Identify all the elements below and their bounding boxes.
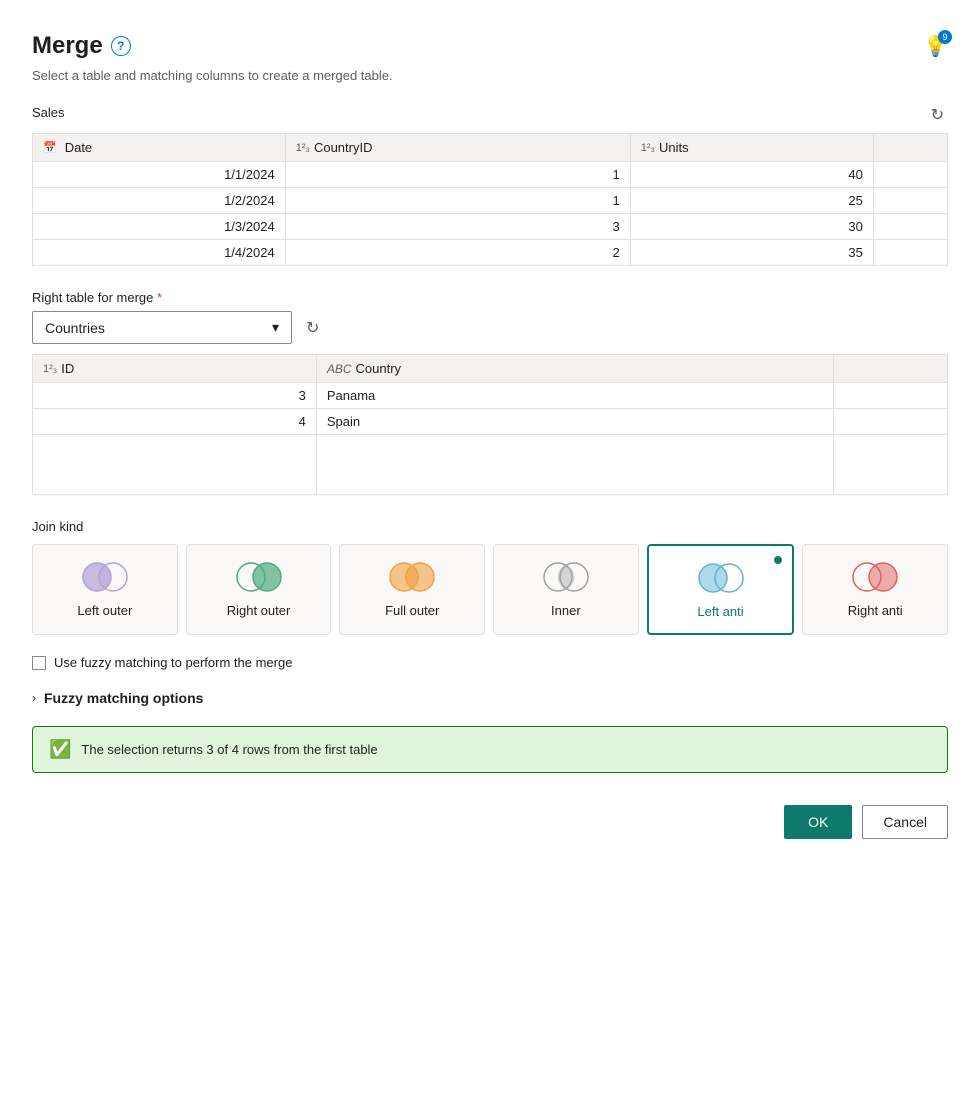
- sales-units-header: 1²₃ Units: [630, 134, 873, 162]
- fuzzy-matching-title: Fuzzy matching options: [44, 690, 203, 706]
- join-card-left-anti[interactable]: Left anti: [647, 544, 795, 635]
- countries-row1-id: 3: [33, 383, 317, 409]
- number-icon-id: 1²₃: [43, 363, 57, 375]
- row3-units: 30: [630, 214, 873, 240]
- sales-table: 📅 Date 1²₃ CountryID 1²₃ Units 1/1/2024: [32, 133, 948, 266]
- calendar-icon: 📅: [43, 141, 57, 154]
- lightbulb-area[interactable]: 💡 9: [923, 34, 948, 59]
- table-row: 1/3/2024 3 30: [33, 214, 948, 240]
- row4-empty: [873, 240, 947, 266]
- full-outer-venn-icon: [386, 561, 438, 593]
- right-outer-venn-icon: [233, 561, 285, 593]
- right-anti-label: Right anti: [848, 603, 903, 618]
- number-icon-2: 1²₃: [641, 142, 655, 154]
- join-card-right-outer[interactable]: Right outer: [186, 544, 332, 635]
- countries-row2-id: 4: [33, 409, 317, 435]
- sales-refresh-button[interactable]: ↻: [927, 103, 948, 127]
- row2-units: 25: [630, 188, 873, 214]
- join-card-inner[interactable]: Inner: [493, 544, 639, 635]
- page-title: Merge: [32, 32, 103, 60]
- row1-empty: [873, 162, 947, 188]
- row3-countryid: 3: [285, 214, 630, 240]
- row4-countryid: 2: [285, 240, 630, 266]
- left-anti-label: Left anti: [697, 604, 743, 619]
- left-outer-venn-icon: [79, 561, 131, 593]
- sales-section-header: Sales ↻: [32, 103, 948, 127]
- countries-empty-header: [833, 355, 947, 383]
- row1-countryid: 1: [285, 162, 630, 188]
- dropdown-selected-value: Countries: [45, 320, 105, 336]
- row2-empty: [873, 188, 947, 214]
- row4-date: 1/4/2024: [33, 240, 286, 266]
- help-icon[interactable]: ?: [111, 36, 131, 56]
- countries-row1-country: Panama: [316, 383, 833, 409]
- fuzzy-checkbox[interactable]: [32, 656, 46, 670]
- sales-empty-header: [873, 134, 947, 162]
- sales-countryid-header: 1²₃ CountryID: [285, 134, 630, 162]
- dropdown-wrapper: Countries ▾ ↻: [32, 311, 948, 344]
- full-outer-label: Full outer: [385, 603, 439, 618]
- abc-icon: ABC: [327, 362, 352, 376]
- countries-row2-country: Spain: [316, 409, 833, 435]
- countries-country-header: ABC Country: [316, 355, 833, 383]
- footer-buttons: OK Cancel: [32, 805, 948, 839]
- left-anti-venn-icon: [695, 562, 747, 594]
- table-row: 3 Panama: [33, 383, 948, 409]
- row3-date: 1/3/2024: [33, 214, 286, 240]
- right-anti-venn-icon: [849, 561, 901, 593]
- notification-badge: 9: [938, 30, 952, 44]
- right-table-field-label: Right table for merge *: [32, 290, 948, 305]
- fuzzy-checkbox-row: Use fuzzy matching to perform the merge: [32, 655, 948, 670]
- cancel-button[interactable]: Cancel: [862, 805, 948, 839]
- join-card-right-anti[interactable]: Right anti: [802, 544, 948, 635]
- join-card-left-outer[interactable]: Left outer: [32, 544, 178, 635]
- join-card-full-outer[interactable]: Full outer: [339, 544, 485, 635]
- table-row: 4 Spain: [33, 409, 948, 435]
- inner-label: Inner: [551, 603, 581, 618]
- row1-date: 1/1/2024: [33, 162, 286, 188]
- countries-row1-empty: [833, 383, 947, 409]
- countries-id-header: 1²₃ ID: [33, 355, 317, 383]
- row2-countryid: 1: [285, 188, 630, 214]
- chevron-down-icon: ▾: [272, 319, 279, 336]
- join-kind-label: Join kind: [32, 519, 948, 534]
- right-outer-label: Right outer: [227, 603, 291, 618]
- join-options: Left outer Right outer Full outer Inner: [32, 544, 948, 635]
- sales-label: Sales: [32, 105, 65, 120]
- success-check-icon: ✅: [49, 739, 71, 760]
- fuzzy-checkbox-label: Use fuzzy matching to perform the merge: [54, 655, 292, 670]
- number-icon-1: 1²₃: [296, 142, 310, 154]
- right-table-dropdown[interactable]: Countries ▾: [32, 311, 292, 344]
- table-row: 1/2/2024 1 25: [33, 188, 948, 214]
- active-indicator: [772, 554, 784, 566]
- subtitle: Select a table and matching columns to c…: [32, 68, 948, 83]
- title-area: Merge ?: [32, 32, 131, 60]
- right-table-refresh-button[interactable]: ↻: [302, 316, 323, 340]
- success-text: The selection returns 3 of 4 rows from t…: [81, 742, 377, 757]
- ok-button[interactable]: OK: [784, 805, 852, 839]
- success-banner: ✅ The selection returns 3 of 4 rows from…: [32, 726, 948, 773]
- table-row: 1/4/2024 2 35: [33, 240, 948, 266]
- row2-date: 1/2/2024: [33, 188, 286, 214]
- table-row: 1/1/2024 1 40: [33, 162, 948, 188]
- chevron-right-icon: ›: [32, 691, 36, 705]
- countries-table: 1²₃ ID ABC Country 3 Panama 4 Spain: [32, 354, 948, 495]
- countries-empty-row: [33, 435, 948, 495]
- left-outer-label: Left outer: [77, 603, 132, 618]
- row3-empty: [873, 214, 947, 240]
- row4-units: 35: [630, 240, 873, 266]
- fuzzy-matching-section[interactable]: › Fuzzy matching options: [32, 690, 948, 706]
- countries-row2-empty: [833, 409, 947, 435]
- row1-units: 40: [630, 162, 873, 188]
- header: Merge ? 💡 9: [32, 32, 948, 60]
- required-marker: *: [157, 290, 162, 305]
- sales-date-header: 📅 Date: [33, 134, 286, 162]
- inner-venn-icon: [540, 561, 592, 593]
